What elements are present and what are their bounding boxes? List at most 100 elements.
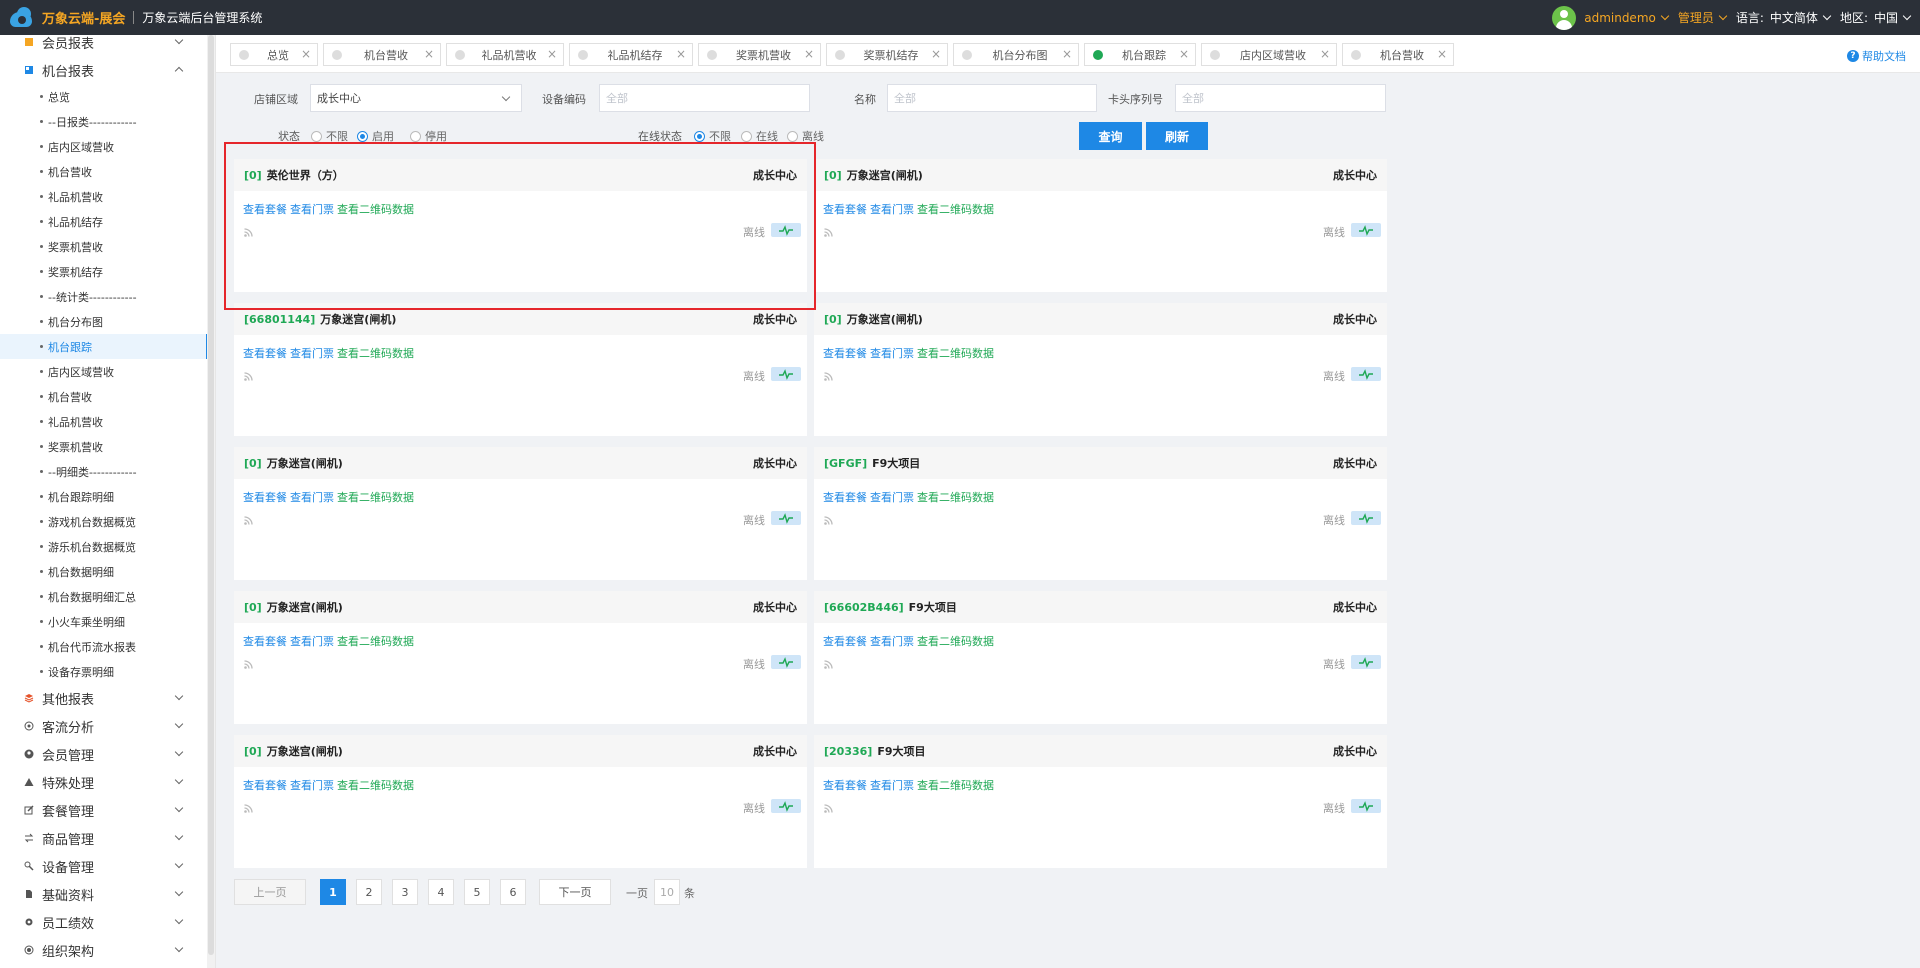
view-ticket-link[interactable]: 查看门票 <box>290 779 334 792</box>
view-package-link[interactable]: 查看套餐 <box>823 779 867 792</box>
status-radio[interactable]: 不限 <box>311 128 348 144</box>
sidebar-group-machine-report[interactable]: 机台报表 <box>0 56 208 84</box>
view-package-link[interactable]: 查看套餐 <box>823 347 867 360</box>
page-number-button[interactable]: 4 <box>428 879 454 905</box>
view-ticket-link[interactable]: 查看门票 <box>870 635 914 648</box>
view-ticket-link[interactable]: 查看门票 <box>870 203 914 216</box>
tab-item[interactable]: 机台分布图 × <box>953 43 1079 66</box>
view-ticket-link[interactable]: 查看门票 <box>290 491 334 504</box>
tab-item[interactable]: 礼品机营收 × <box>446 43 564 66</box>
sidebar-item[interactable]: 奖票机营收 <box>0 434 208 459</box>
pulse-icon[interactable] <box>1351 223 1381 237</box>
card-serial-input[interactable]: 全部 <box>1175 84 1386 112</box>
sidebar-item[interactable]: 机台营收 <box>0 159 208 184</box>
tab-item[interactable]: 奖票机营收 × <box>698 43 821 66</box>
close-icon[interactable]: × <box>1320 47 1330 61</box>
sidebar-group[interactable]: 商品管理 <box>0 824 208 852</box>
sidebar-item[interactable]: 机台代币流水报表 <box>0 634 208 659</box>
refresh-button[interactable]: 刷新 <box>1146 122 1208 150</box>
tab-item[interactable]: 礼品机结存 × <box>569 43 693 66</box>
view-package-link[interactable]: 查看套餐 <box>243 779 287 792</box>
pulse-icon[interactable] <box>1351 367 1381 381</box>
pulse-icon[interactable] <box>771 799 801 813</box>
status-radio[interactable]: 启用 <box>357 128 394 144</box>
view-qrcode-link[interactable]: 查看二维码数据 <box>917 203 994 216</box>
view-qrcode-link[interactable]: 查看二维码数据 <box>337 635 414 648</box>
sidebar-item[interactable]: 机台数据明细 <box>0 559 208 584</box>
view-ticket-link[interactable]: 查看门票 <box>290 635 334 648</box>
view-package-link[interactable]: 查看套餐 <box>243 635 287 648</box>
sidebar-group[interactable]: 其他报表 <box>0 684 208 712</box>
page-number-button[interactable]: 3 <box>392 879 418 905</box>
region-menu[interactable]: 地区: 中国 <box>1840 9 1920 26</box>
tab-item[interactable]: 机台营收 × <box>1342 43 1454 66</box>
close-icon[interactable]: × <box>301 47 311 61</box>
view-ticket-link[interactable]: 查看门票 <box>290 347 334 360</box>
close-icon[interactable]: × <box>1062 47 1072 61</box>
sidebar-group[interactable]: 套餐管理 <box>0 796 208 824</box>
view-ticket-link[interactable]: 查看门票 <box>870 779 914 792</box>
online-status-radio[interactable]: 在线 <box>741 128 778 144</box>
pulse-icon[interactable] <box>771 655 801 669</box>
scrollbar-thumb[interactable] <box>208 35 214 955</box>
tab-item[interactable]: 机台跟踪 × <box>1084 43 1196 66</box>
store-area-select[interactable]: 成长中心 <box>310 84 522 112</box>
online-status-radio[interactable]: 离线 <box>787 128 824 144</box>
pulse-icon[interactable] <box>771 367 801 381</box>
sidebar-group[interactable]: 客流分析 <box>0 712 208 740</box>
sidebar-group[interactable]: 组织架构 <box>0 936 208 964</box>
tab-item[interactable]: 店内区域营收 × <box>1201 43 1337 66</box>
view-package-link[interactable]: 查看套餐 <box>243 491 287 504</box>
sidebar-group[interactable]: 员工绩效 <box>0 908 208 936</box>
sidebar-item[interactable]: 小火车乘坐明细 <box>0 609 208 634</box>
sidebar-item[interactable]: 游戏机台数据概览 <box>0 509 208 534</box>
pulse-icon[interactable] <box>1351 511 1381 525</box>
view-ticket-link[interactable]: 查看门票 <box>870 491 914 504</box>
page-number-button[interactable]: 5 <box>464 879 490 905</box>
sidebar-item[interactable]: 礼品机营收 <box>0 184 208 209</box>
sidebar-group[interactable]: 设备管理 <box>0 852 208 880</box>
close-icon[interactable]: × <box>931 47 941 61</box>
view-qrcode-link[interactable]: 查看二维码数据 <box>917 635 994 648</box>
view-package-link[interactable]: 查看套餐 <box>243 347 287 360</box>
tab-item[interactable]: 奖票机结存 × <box>826 43 948 66</box>
sidebar-group-member-report[interactable]: 会员报表 <box>0 35 208 56</box>
tab-item[interactable]: 机台营收 × <box>323 43 441 66</box>
view-qrcode-link[interactable]: 查看二维码数据 <box>337 491 414 504</box>
sidebar-group[interactable]: 特殊处理 <box>0 768 208 796</box>
pulse-icon[interactable] <box>771 223 801 237</box>
sidebar-item[interactable]: 总览 <box>0 84 208 109</box>
sidebar-item[interactable]: 奖票机结存 <box>0 259 208 284</box>
user-menu[interactable]: admindemo <box>1552 5 1678 30</box>
page-number-button[interactable]: 1 <box>320 879 346 905</box>
view-qrcode-link[interactable]: 查看二维码数据 <box>917 491 994 504</box>
view-package-link[interactable]: 查看套餐 <box>823 635 867 648</box>
language-menu[interactable]: 语言: 中文简体 <box>1736 9 1840 26</box>
page-number-button[interactable]: 6 <box>500 879 526 905</box>
role-menu[interactable]: 管理员 <box>1678 9 1736 26</box>
query-button[interactable]: 查询 <box>1079 122 1142 150</box>
online-status-radio[interactable]: 不限 <box>694 128 731 144</box>
close-icon[interactable]: × <box>804 47 814 61</box>
sidebar-item[interactable]: 礼品机营收 <box>0 409 208 434</box>
sidebar-item[interactable]: 设备存票明细 <box>0 659 208 684</box>
sidebar-item[interactable]: 礼品机结存 <box>0 209 208 234</box>
per-page-input[interactable]: 10 <box>654 879 680 905</box>
close-icon[interactable]: × <box>424 47 434 61</box>
sidebar-item[interactable]: 机台数据明细汇总 <box>0 584 208 609</box>
view-qrcode-link[interactable]: 查看二维码数据 <box>917 347 994 360</box>
sidebar-item[interactable]: 机台营收 <box>0 384 208 409</box>
device-code-input[interactable]: 全部 <box>599 84 810 112</box>
help-link[interactable]: ? 帮助文档 <box>1847 48 1906 64</box>
prev-page-button[interactable]: 上一页 <box>234 879 306 905</box>
pulse-icon[interactable] <box>1351 655 1381 669</box>
sidebar-item[interactable]: 游乐机台数据概览 <box>0 534 208 559</box>
next-page-button[interactable]: 下一页 <box>539 879 611 905</box>
sidebar-item[interactable]: 机台分布图 <box>0 309 208 334</box>
close-icon[interactable]: × <box>547 47 557 61</box>
name-input[interactable]: 全部 <box>887 84 1097 112</box>
view-qrcode-link[interactable]: 查看二维码数据 <box>337 779 414 792</box>
close-icon[interactable]: × <box>1179 47 1189 61</box>
view-package-link[interactable]: 查看套餐 <box>823 491 867 504</box>
sidebar-group[interactable]: 基础资料 <box>0 880 208 908</box>
